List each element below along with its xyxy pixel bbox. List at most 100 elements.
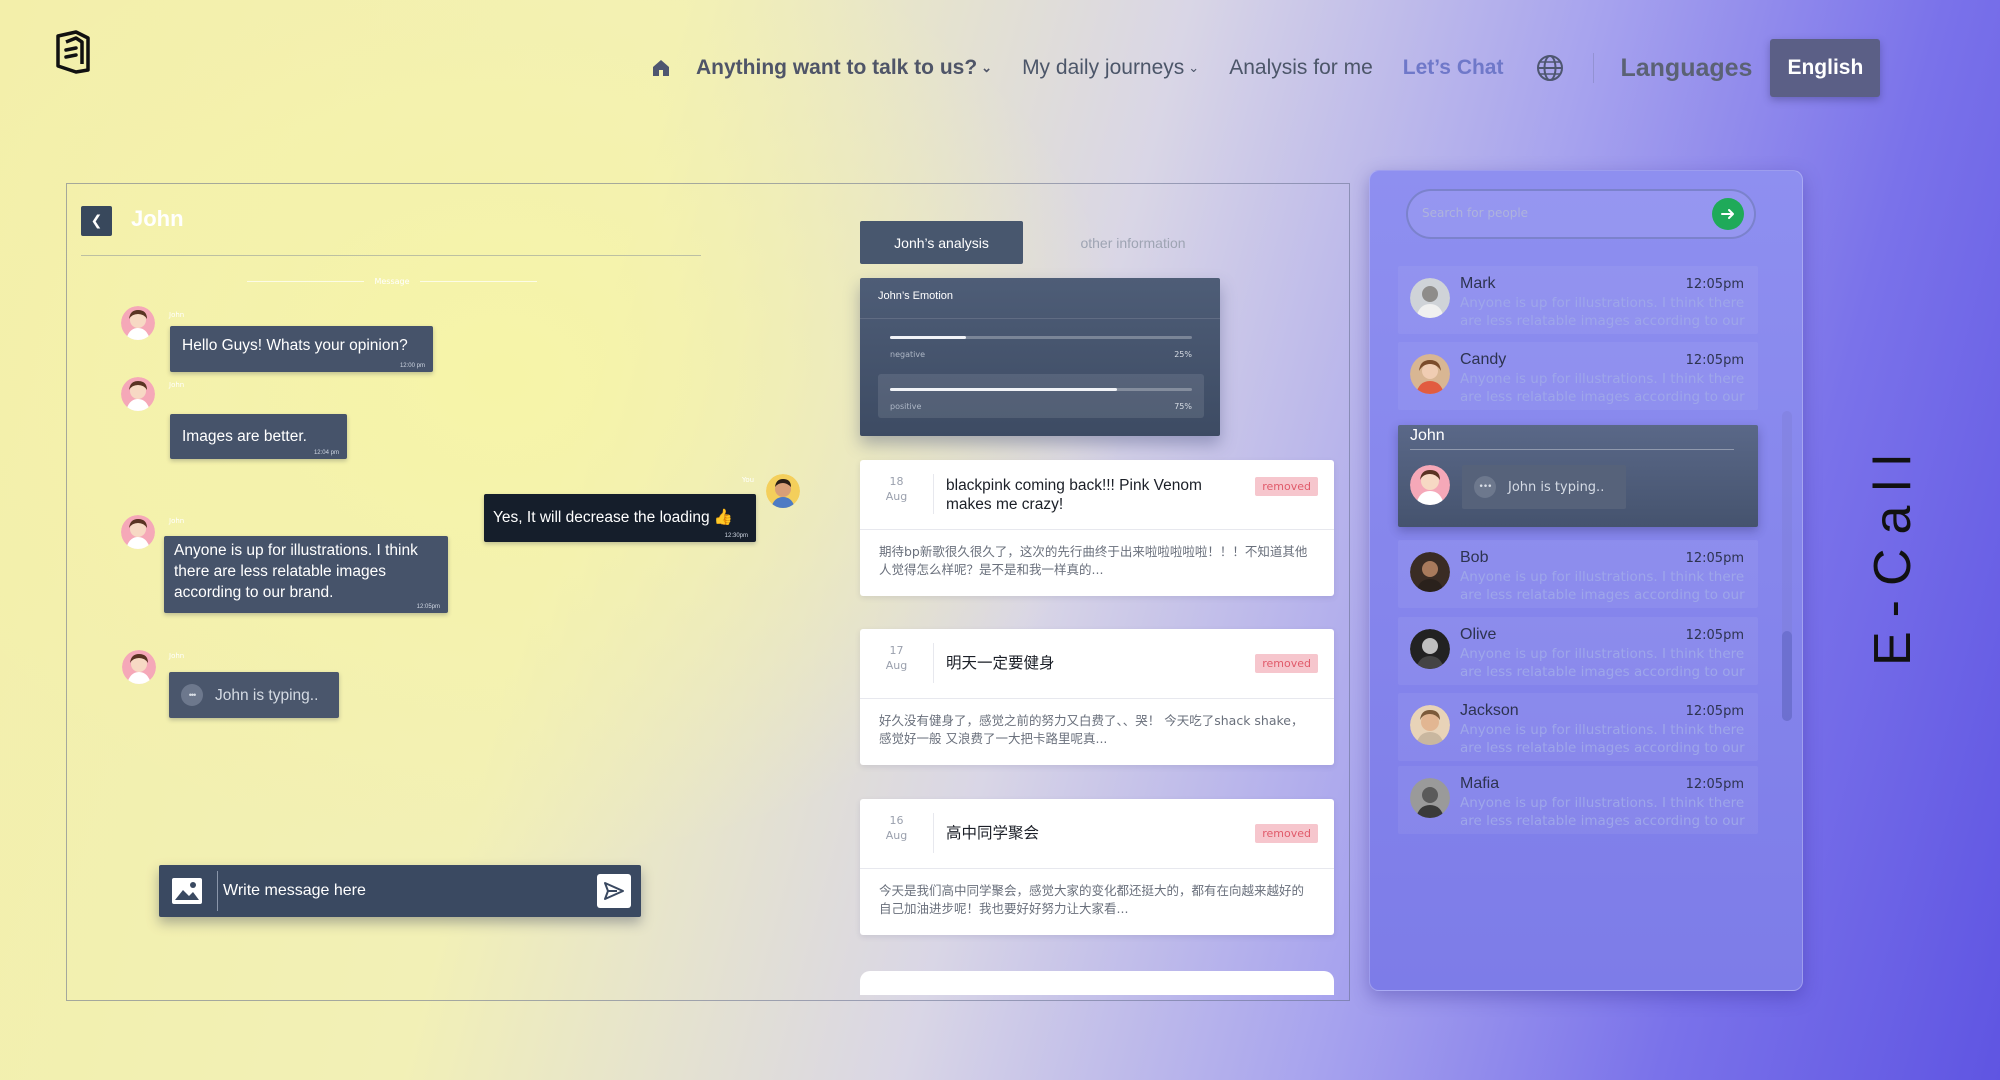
journal-entry[interactable]: 16 Aug 高中同学聚会 removed 今天是我们高中同学聚会，感觉大家的变… xyxy=(860,799,1334,935)
message-input[interactable]: Write message here xyxy=(223,882,597,900)
tab-johns-analysis[interactable]: Jonh’s analysis xyxy=(860,221,1023,264)
nav-item-label: Anything want to talk to us? xyxy=(696,56,978,79)
message-time: 12:00 pm xyxy=(399,363,425,369)
nav-item-talk-to-us[interactable]: Anything want to talk to us? ⌄ xyxy=(696,56,992,80)
contact-item-candy[interactable]: Candy 12:05pm Anyone is up for illustrat… xyxy=(1398,342,1758,410)
nav-item-lets-chat[interactable]: Let’s Chat xyxy=(1403,56,1504,80)
emotion-row-positive: positive 75% xyxy=(878,374,1204,418)
contact-item-mafia[interactable]: Mafia 12:05pm Anyone is up for illustrat… xyxy=(1398,766,1758,834)
nav-item-label: Let’s Chat xyxy=(1402,56,1504,79)
message-divider: Message xyxy=(247,277,537,286)
tab-other-information[interactable]: other information xyxy=(1053,221,1213,264)
arrow-right-icon xyxy=(1721,209,1734,219)
entry-month: Aug xyxy=(885,659,908,672)
contacts-scrollbar[interactable] xyxy=(1782,411,1792,721)
send-button[interactable] xyxy=(597,874,631,908)
avatar[interactable] xyxy=(121,306,155,340)
message-text: Anyone is up for illustrations. I think … xyxy=(174,542,418,601)
emotion-percent: 25% xyxy=(1174,350,1192,359)
contact-item-bob[interactable]: Bob 12:05pm Anyone is up for illustratio… xyxy=(1398,540,1758,608)
avatar[interactable] xyxy=(121,515,155,549)
divider-line xyxy=(247,281,365,282)
contact-name: John xyxy=(1410,427,1445,444)
avatar xyxy=(1410,354,1450,394)
nav-divider xyxy=(1593,53,1595,83)
removed-badge[interactable]: removed xyxy=(1255,824,1318,843)
globe-icon[interactable] xyxy=(1535,53,1565,83)
home-icon[interactable] xyxy=(650,57,672,79)
entry-day: 17 xyxy=(889,644,904,657)
search-submit-button[interactable] xyxy=(1712,198,1744,230)
back-button[interactable]: ❮ xyxy=(81,206,112,236)
message-text: Hello Guys! Whats your opinion? xyxy=(182,337,408,354)
contact-time: 12:05pm xyxy=(1685,277,1744,292)
emotion-bar-fill xyxy=(890,388,1117,391)
avatar[interactable] xyxy=(121,377,155,411)
chat-frame: ❮ John Message John Hello Guys! Whats yo… xyxy=(66,183,1350,1001)
language-select-button[interactable]: English xyxy=(1770,39,1881,97)
emotion-label: positive xyxy=(890,402,922,411)
divider-line xyxy=(419,281,537,282)
message-bubble-own[interactable]: Yes, It will decrease the loading 👍 12:3… xyxy=(484,494,756,542)
avatar[interactable] xyxy=(766,474,800,508)
entry-title: 高中同学聚会 xyxy=(946,825,1040,842)
entry-date: 18 Aug xyxy=(860,474,934,514)
avatar[interactable] xyxy=(122,650,156,684)
contact-time: 12:05pm xyxy=(1685,777,1744,792)
entry-body: 期待bp新歌很久很久了，这次的先行曲终于出来啦啦啦啦啦！！！不知道其他人觉得怎么… xyxy=(879,544,1308,577)
journal-entry-partial[interactable] xyxy=(860,971,1334,995)
emotion-bar-track xyxy=(890,388,1192,391)
entry-header: 18 Aug blackpink coming back!!! Pink Ven… xyxy=(860,460,1334,530)
sender-label: John xyxy=(169,381,185,389)
message-time: 12:05pm xyxy=(416,604,440,610)
avatar xyxy=(1410,465,1450,505)
message-text: Images are better. xyxy=(182,428,307,445)
contacts-panel: Search for people Mark 12:05pm Anyone is… xyxy=(1369,170,1803,991)
message-bubble[interactable]: Images are better. 12:04 pm xyxy=(170,414,347,459)
journal-entry[interactable]: 17 Aug 明天一定要健身 removed 好久没有健身了，感觉之前的努力又白… xyxy=(860,629,1334,765)
contact-name: Mafia xyxy=(1460,775,1500,792)
contact-item-john[interactable]: John ••• John is typing.. xyxy=(1398,425,1758,527)
contact-item-mark[interactable]: Mark 12:05pm Anyone is up for illustrati… xyxy=(1398,266,1758,334)
emotion-label: negative xyxy=(890,350,925,359)
contact-preview: Anyone is up for illustrations. I think … xyxy=(1460,295,1745,331)
nav-item-daily-journeys[interactable]: My daily journeys ⌄ xyxy=(1022,56,1199,80)
avatar xyxy=(1410,705,1450,745)
entry-header: 16 Aug 高中同学聚会 removed xyxy=(860,799,1334,869)
contact-item-jackson[interactable]: Jackson 12:05pm Anyone is up for illustr… xyxy=(1398,693,1758,761)
emotion-row-negative: negative 25% xyxy=(878,322,1204,366)
chevron-down-icon: ⌄ xyxy=(1188,60,1200,75)
search-input[interactable]: Search for people xyxy=(1422,206,1528,220)
sender-label: John xyxy=(169,517,185,525)
contact-preview: Anyone is up for illustrations. I think … xyxy=(1460,646,1745,682)
contact-preview: Anyone is up for illustrations. I think … xyxy=(1460,795,1745,831)
message-time: 12:30pm xyxy=(724,533,748,539)
emotion-title: John’s Emotion xyxy=(878,290,954,302)
contact-divider xyxy=(1410,449,1734,450)
languages-label: Languages xyxy=(1620,53,1753,82)
typing-dots-icon: ••• xyxy=(1474,476,1496,498)
removed-badge[interactable]: removed xyxy=(1255,654,1318,673)
contact-item-olive[interactable]: Olive 12:05pm Anyone is up for illustrat… xyxy=(1398,617,1758,685)
composer-divider xyxy=(217,871,218,911)
image-attach-icon[interactable] xyxy=(171,877,203,905)
app-logo[interactable] xyxy=(54,30,94,74)
typing-text: John is typing.. xyxy=(215,686,319,704)
contact-time: 12:05pm xyxy=(1685,353,1744,368)
chevron-left-icon: ❮ xyxy=(90,213,103,229)
contact-preview: Anyone is up for illustrations. I think … xyxy=(1460,569,1745,605)
message-bubble[interactable]: Hello Guys! Whats your opinion? 12:00 pm xyxy=(170,326,433,372)
scrollbar-thumb[interactable] xyxy=(1782,631,1792,721)
contact-preview: Anyone is up for illustrations. I think … xyxy=(1460,722,1745,758)
avatar xyxy=(1410,778,1450,818)
removed-badge[interactable]: removed xyxy=(1255,477,1318,496)
journal-entry[interactable]: 18 Aug blackpink coming back!!! Pink Ven… xyxy=(860,460,1334,596)
chat-contact-name: John xyxy=(131,206,184,231)
contact-name: Candy xyxy=(1460,351,1507,368)
sender-label: You xyxy=(742,476,755,484)
message-time: 12:04 pm xyxy=(313,450,339,456)
message-bubble[interactable]: Anyone is up for illustrations. I think … xyxy=(164,536,448,613)
people-search[interactable]: Search for people xyxy=(1406,189,1756,239)
typing-dots-icon: ••• xyxy=(181,684,203,706)
nav-item-analysis[interactable]: Analysis for me xyxy=(1229,56,1373,80)
